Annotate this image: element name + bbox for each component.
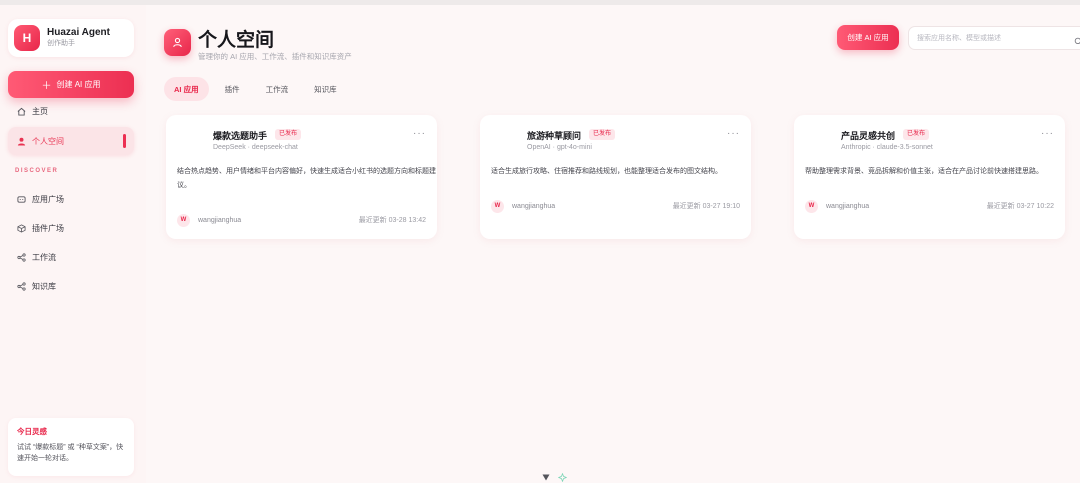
card-footer: W wangjianghua 最近更新 03-28 13:42 bbox=[177, 213, 426, 227]
search-icon[interactable] bbox=[1074, 33, 1080, 51]
avatar: W bbox=[805, 199, 818, 213]
brand-subtitle: 创作助手 bbox=[47, 40, 75, 47]
card-updated: 最近更新 03-28 13:42 bbox=[358, 217, 426, 224]
sidebar-create-app-label: 创建 AI 应用 bbox=[56, 80, 101, 89]
sidebar-item-label: 知识库 bbox=[32, 281, 56, 291]
card-updated: 最近更新 03-27 10:22 bbox=[986, 203, 1054, 210]
tab-bar: AI 应用 插件 工作流 知识库 bbox=[164, 77, 353, 101]
more-icon[interactable]: ··· bbox=[727, 128, 740, 139]
tab-workflows[interactable]: 工作流 bbox=[256, 77, 299, 101]
card-model: OpenAI · gpt-4o-mini bbox=[527, 144, 592, 151]
sidebar-item-label: 工作流 bbox=[32, 252, 56, 262]
card-author: wangjianghua bbox=[198, 216, 242, 224]
brand-card[interactable]: H Huazai Agent 创作助手 bbox=[8, 19, 134, 57]
card-author: wangjianghua bbox=[512, 202, 556, 210]
brand-name: Huazai Agent bbox=[47, 27, 110, 38]
sidebar: H Huazai Agent 创作助手 ＋ 创建 AI 应用 主页 个人空间 D… bbox=[0, 5, 146, 483]
card-name: 产品灵感共创 bbox=[841, 131, 896, 141]
section-label-discover: DISCOVER bbox=[15, 168, 59, 174]
tip-title: 今日灵感 bbox=[17, 427, 47, 436]
daily-inspiration-card: 今日灵感 试试 “爆款标题” 或 “种草文案”，快速开始一轮对话。 bbox=[8, 418, 134, 476]
card-description: 结合热点趋势、用户情绪和平台内容偏好，快速生成适合小红书的选题方向和标题建议。 bbox=[177, 168, 436, 189]
app-card[interactable]: 产品灵感共创 已发布 Anthropic · claude-3.5-sonnet… bbox=[794, 115, 1065, 239]
sidebar-item-label: 个人空间 bbox=[32, 136, 64, 146]
create-app-button[interactable]: 创建 AI 应用 bbox=[837, 25, 899, 50]
app-card[interactable]: 爆款选题助手 已发布 DeepSeek · deepseek-chat ··· … bbox=[166, 115, 437, 239]
sidebar-item-app-square[interactable]: 应用广场 bbox=[8, 185, 134, 213]
more-icon[interactable]: ··· bbox=[413, 128, 426, 139]
caret-down-icon[interactable] bbox=[542, 474, 550, 481]
user-icon bbox=[16, 136, 26, 146]
card-description: 帮助整理需求背景、竞品拆解和价值主张，适合在产品讨论前快速搭建思路。 bbox=[805, 168, 1043, 175]
sidebar-item-plugin-square[interactable]: 插件广场 bbox=[8, 214, 134, 242]
card-author: wangjianghua bbox=[826, 202, 870, 210]
card-name: 旅游种草顾问 bbox=[527, 131, 582, 141]
tab-plugins[interactable]: 插件 bbox=[215, 77, 250, 101]
brand-logo: H bbox=[14, 25, 40, 51]
sidebar-item-home[interactable]: 主页 bbox=[8, 97, 134, 125]
app-card[interactable]: 旅游种草顾问 已发布 OpenAI · gpt-4o-mini ··· 适合生成… bbox=[480, 115, 751, 239]
sidebar-item-workflow[interactable]: 工作流 bbox=[8, 243, 134, 271]
workflow-icon bbox=[16, 252, 26, 262]
main-content: 个人空间 管理你的 AI 应用、工作流、插件和知识库资产 创建 AI 应用 AI… bbox=[146, 5, 1080, 483]
card-footer: W wangjianghua 最近更新 03-27 10:22 bbox=[805, 199, 1054, 213]
tab-ai-apps[interactable]: AI 应用 bbox=[164, 77, 209, 101]
card-model: Anthropic · claude-3.5-sonnet bbox=[841, 144, 933, 151]
page-subtitle: 管理你的 AI 应用、工作流、插件和知识库资产 bbox=[198, 52, 352, 61]
cube-icon bbox=[16, 223, 26, 233]
card-name: 爆款选题助手 bbox=[213, 131, 268, 141]
home-icon bbox=[16, 106, 26, 116]
tip-text: 试试 “爆款标题” 或 “种草文案”，快速开始一轮对话。 bbox=[17, 444, 124, 462]
personal-space-icon bbox=[164, 29, 191, 56]
sidebar-item-label: 插件广场 bbox=[32, 223, 64, 233]
bottom-controls bbox=[542, 473, 575, 482]
avatar: W bbox=[491, 199, 504, 213]
active-indicator bbox=[123, 134, 126, 148]
tab-knowledge-base[interactable]: 知识库 bbox=[304, 77, 347, 101]
avatar: W bbox=[177, 213, 190, 227]
sidebar-item-label: 应用广场 bbox=[32, 194, 64, 204]
card-model: DeepSeek · deepseek-chat bbox=[213, 144, 298, 151]
status-badge: 已发布 bbox=[903, 129, 930, 140]
plus-icon: ＋ bbox=[41, 81, 52, 92]
card-footer: W wangjianghua 最近更新 03-27 19:10 bbox=[491, 199, 740, 213]
card-description: 适合生成旅行攻略、住宿推荐和路线规划，也能整理适合发布的图文结构。 bbox=[491, 168, 722, 175]
sidebar-item-knowledge-base[interactable]: 知识库 bbox=[8, 272, 134, 300]
sidebar-item-label: 主页 bbox=[32, 106, 48, 116]
sparkle-icon[interactable] bbox=[558, 473, 567, 482]
card-updated: 最近更新 03-27 19:10 bbox=[672, 203, 740, 210]
page-title: 个人空间 bbox=[198, 30, 275, 51]
app-icon bbox=[16, 194, 26, 204]
search-input[interactable] bbox=[908, 26, 1080, 50]
more-icon[interactable]: ··· bbox=[1041, 128, 1054, 139]
sidebar-item-personal-space[interactable]: 个人空间 bbox=[8, 127, 134, 155]
knowledge-icon bbox=[16, 281, 26, 291]
sidebar-create-app-button[interactable]: ＋ 创建 AI 应用 bbox=[8, 71, 134, 98]
status-badge: 已发布 bbox=[589, 129, 616, 140]
status-badge: 已发布 bbox=[275, 129, 302, 140]
